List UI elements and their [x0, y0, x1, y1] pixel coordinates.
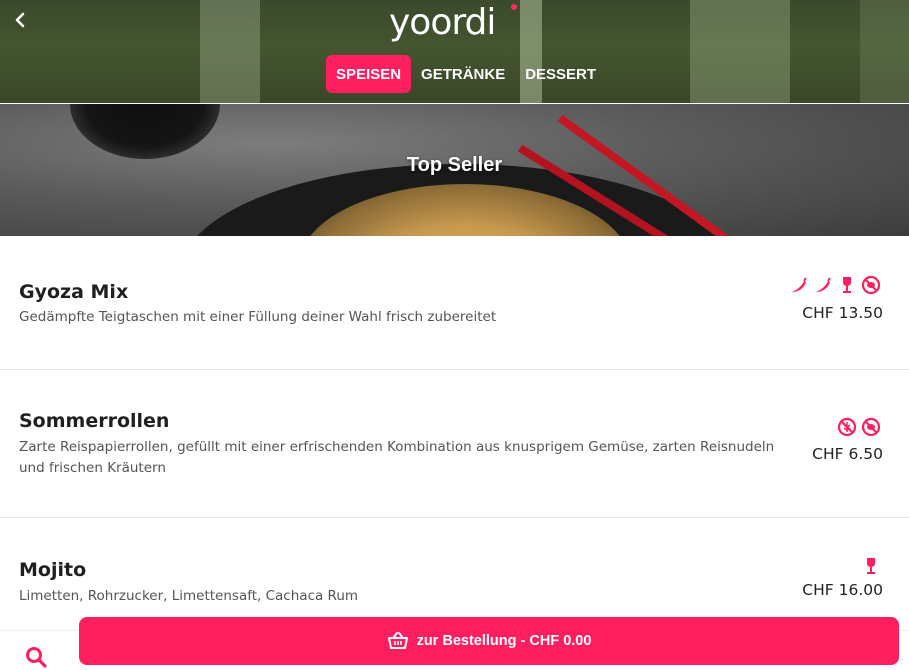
category-banner: Top Seller [0, 104, 909, 236]
tab-dessert[interactable]: DESSERT [515, 55, 606, 93]
item-name: Mojito [19, 559, 87, 581]
menu-item[interactable]: Mojito Limetten, Rohrzucker, Limettensaf… [0, 518, 909, 630]
item-price: CHF 13.50 [802, 304, 883, 322]
item-name: Gyoza Mix [19, 281, 129, 303]
logo: yoordi [389, 0, 524, 44]
category-tabs: SPEISEN GETRÄNKE DESSERT [326, 55, 606, 93]
tab-speisen[interactable]: SPEISEN [326, 55, 412, 93]
item-price: CHF 6.50 [812, 445, 883, 463]
menu-item[interactable]: Gyoza Mix Gedämpfte Teigtaschen mit eine… [0, 237, 909, 369]
item-description: Zarte Reispapierrollen, gefüllt mit eine… [19, 439, 775, 476]
item-icons [789, 275, 881, 295]
item-description: Gedämpfte Teigtaschen mit einer Füllung … [19, 309, 497, 325]
header-background-stripe [690, 0, 790, 103]
chili-icon [789, 275, 809, 295]
item-price: CHF 16.00 [802, 581, 883, 599]
svg-text:yoordi: yoordi [389, 2, 495, 43]
header: yoordi SPEISEN GETRÄNKE DESSERT [0, 0, 909, 103]
no-meat-icon [861, 417, 881, 437]
order-button[interactable]: zur Bestellung - CHF 0.00 [79, 617, 899, 665]
chevron-left-icon [15, 12, 25, 28]
back-button[interactable] [8, 8, 32, 32]
header-background-stripe [860, 0, 909, 103]
category-title: Top Seller [406, 154, 503, 176]
item-icons [861, 556, 881, 576]
basket-icon [387, 631, 409, 651]
yoordi-logo: yoordi [389, 2, 517, 43]
order-button-label: zur Bestellung - CHF 0.00 [416, 633, 592, 649]
tab-getraenke[interactable]: GETRÄNKE [411, 55, 515, 93]
header-background-stripe [200, 0, 260, 103]
menu-item[interactable]: Sommerrollen Zarte Reispapierrollen, gef… [0, 370, 909, 517]
item-description: Limetten, Rohrzucker, Limettensaft, Cach… [19, 588, 359, 604]
wine-glass-icon [861, 556, 881, 576]
banner-image-bowl [70, 104, 220, 159]
item-name: Sommerrollen [19, 410, 170, 432]
chili-icon [813, 275, 833, 295]
no-gluten-icon [837, 417, 857, 437]
no-meat-icon [861, 275, 881, 295]
item-icons [837, 417, 881, 437]
search-icon [26, 647, 47, 668]
search-button[interactable] [24, 645, 50, 670]
wine-glass-icon [837, 275, 857, 295]
